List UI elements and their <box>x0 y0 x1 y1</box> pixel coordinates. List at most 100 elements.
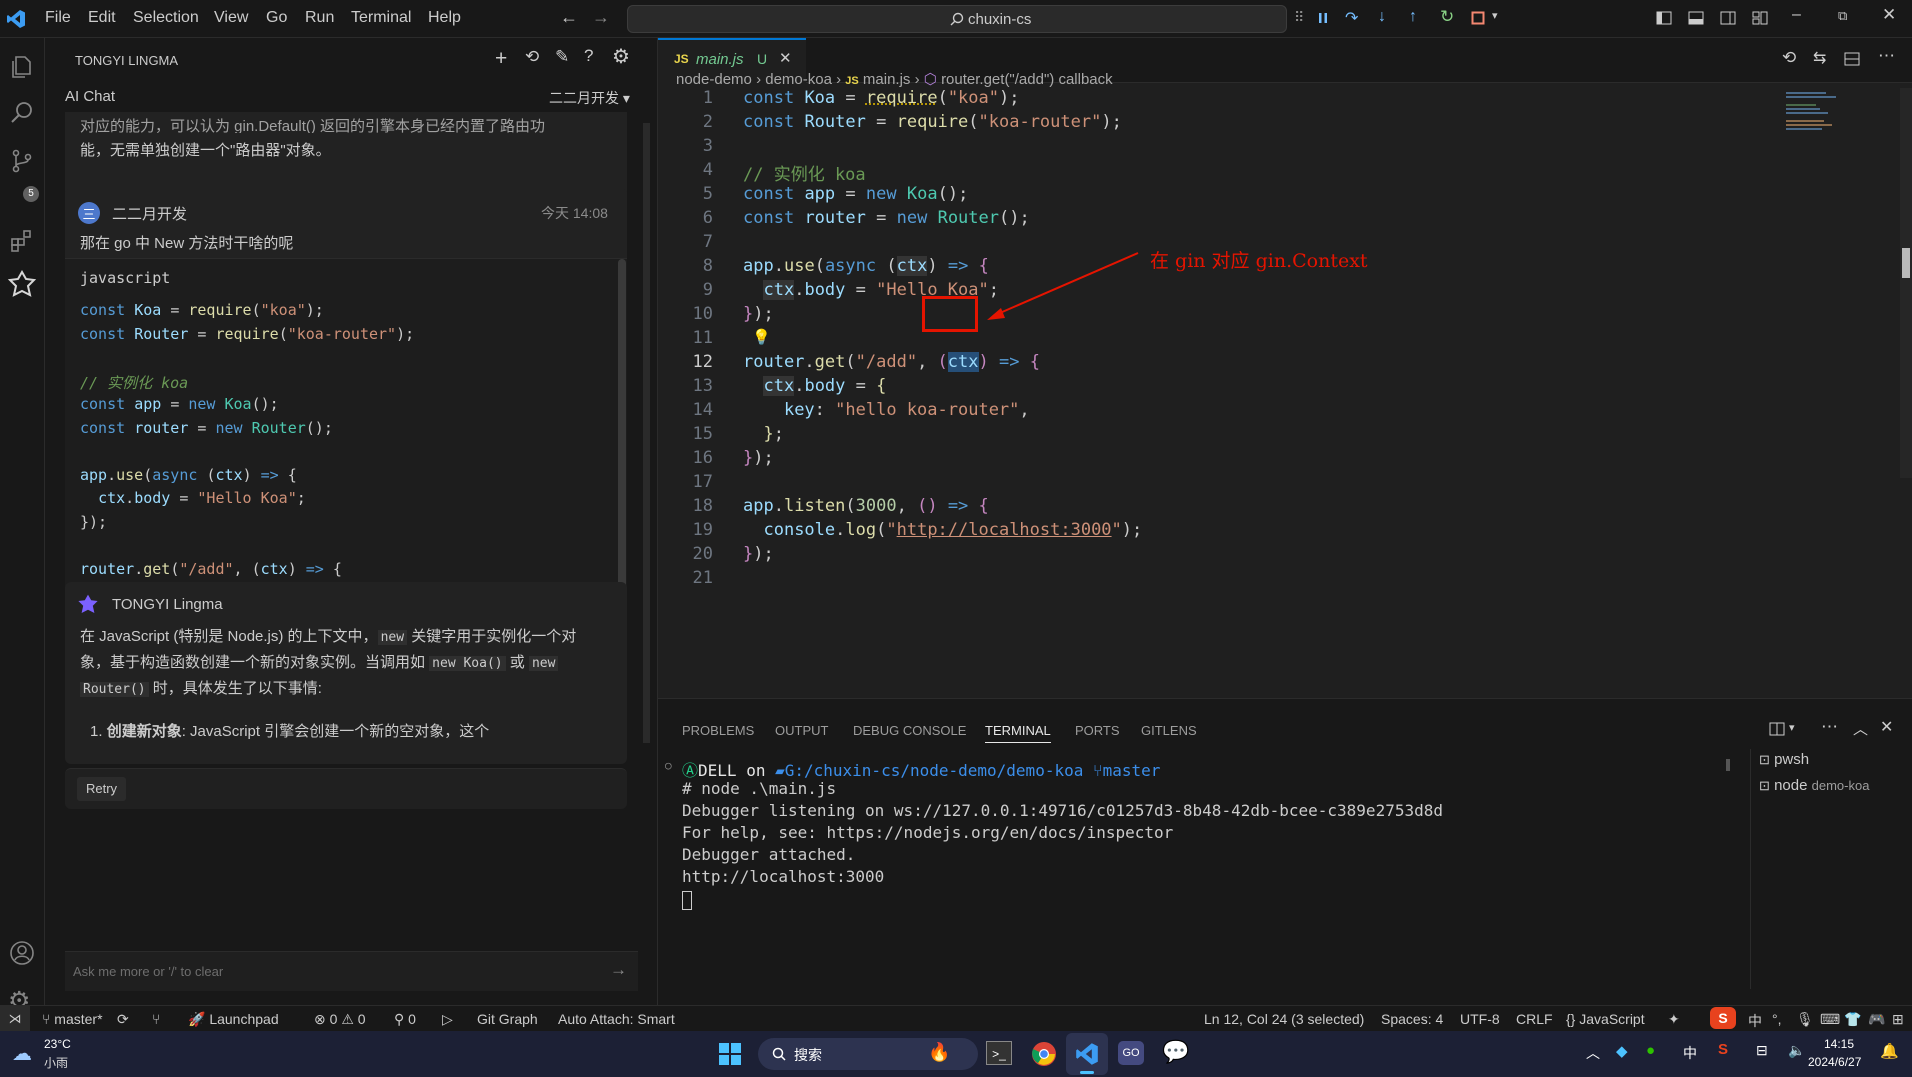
close-panel-icon[interactable]: ✕ <box>1880 717 1893 737</box>
sidebar-settings-icon[interactable]: ⚙ <box>612 44 630 69</box>
sidebar-scrollbar[interactable] <box>643 123 650 743</box>
step-into-icon[interactable]: ↓ <box>1378 8 1386 26</box>
minimap[interactable] <box>1786 90 1896 160</box>
clock-time[interactable]: 14:15 <box>1824 1037 1854 1051</box>
more-actions-icon[interactable]: ⋯ <box>1878 46 1895 66</box>
indentation[interactable]: Spaces: 4 <box>1381 1011 1443 1027</box>
menu-run[interactable]: Run <box>305 9 334 27</box>
terminal-app-icon[interactable]: >_ <box>986 1041 1012 1065</box>
ports-indicator[interactable]: ⚲ 0 <box>394 1011 416 1028</box>
terminal[interactable]: ○ ⒶDELL on ▰G:/chuxin-cs/node-demo/demo-… <box>658 757 1728 997</box>
restart-icon[interactable]: ↻ <box>1440 7 1454 27</box>
git-graph-sidebar-icon[interactable]: ⑂ <box>152 1011 160 1027</box>
tab-terminal[interactable]: TERMINAL <box>985 723 1051 743</box>
send-icon[interactable]: → <box>610 960 627 980</box>
source-control-icon[interactable] <box>9 148 35 174</box>
terminal-dropdown-icon[interactable]: ▾ <box>1789 721 1795 734</box>
ime-punct-icon[interactable]: °, <box>1772 1011 1782 1027</box>
feedback-icon[interactable]: ✎ <box>555 47 569 67</box>
debug-icon[interactable]: ▷ <box>442 1011 453 1028</box>
ime-mic-icon[interactable]: 🎙 <box>1796 1011 1814 1028</box>
volume-icon[interactable]: 🔈 <box>1788 1042 1805 1059</box>
menu-view[interactable]: View <box>214 9 248 27</box>
ime-skin-icon[interactable]: 👕 <box>1844 1011 1861 1028</box>
sogou-ime-icon[interactable]: S <box>1710 1007 1736 1029</box>
breadcrumb-item-callback[interactable]: router.get("/add") callback <box>941 71 1113 88</box>
menu-go[interactable]: Go <box>266 9 287 27</box>
menu-help[interactable]: Help <box>428 9 461 27</box>
menu-terminal[interactable]: Terminal <box>351 9 411 27</box>
nav-forward-icon[interactable]: → <box>592 7 610 28</box>
close-window-icon[interactable]: ✕ <box>1882 5 1896 25</box>
timeline-icon[interactable]: ⟲ <box>1782 48 1796 68</box>
step-out-icon[interactable]: ↑ <box>1409 8 1417 26</box>
tab-problems[interactable]: PROBLEMS <box>682 723 754 738</box>
session-pwsh[interactable]: ⊡ pwsh <box>1759 751 1909 773</box>
go-app-icon[interactable]: GO <box>1118 1041 1144 1065</box>
tab-gitlens[interactable]: GITLENS <box>1141 723 1197 738</box>
sync-icon[interactable]: ⟳ <box>117 1011 129 1028</box>
taskbar-vscode-active[interactable] <box>1066 1033 1108 1075</box>
editor-scrollbar[interactable] <box>1900 88 1912 478</box>
breadcrumb-item-node-demo[interactable]: node-demo <box>676 71 752 88</box>
taskbar-search[interactable]: 搜索 🔥 <box>758 1038 978 1070</box>
tab-close-icon[interactable]: ✕ <box>779 49 792 67</box>
ime-grid-icon[interactable]: ⊞ <box>1892 1011 1904 1028</box>
explorer-icon[interactable] <box>9 54 35 80</box>
tray-wechat-icon[interactable]: ● <box>1646 1042 1655 1059</box>
weather-temp[interactable]: 23°C <box>44 1037 71 1051</box>
toggle-panel-icon[interactable] <box>1688 10 1704 26</box>
step-over-icon[interactable]: ↷ <box>1345 8 1358 28</box>
stop-icon[interactable] <box>1471 11 1485 25</box>
pause-icon[interactable] <box>1316 11 1330 25</box>
cursor-position[interactable]: Ln 12, Col 24 (3 selected) <box>1204 1011 1364 1027</box>
lightbulb-icon[interactable]: 💡 <box>752 328 771 346</box>
auto-attach-button[interactable]: Auto Attach: Smart <box>558 1011 675 1027</box>
tray-sogou-icon[interactable]: S <box>1718 1041 1728 1058</box>
menu-selection[interactable]: Selection <box>133 9 199 27</box>
language-mode[interactable]: {} JavaScript <box>1566 1011 1645 1027</box>
taskbar-ime[interactable]: 中 <box>1683 1043 1697 1063</box>
panel-more-icon[interactable]: ⋯ <box>1821 717 1838 737</box>
network-icon[interactable]: ⊟ <box>1756 1042 1768 1059</box>
search-view-icon[interactable] <box>9 100 35 126</box>
maximize-panel-icon[interactable]: ︿ <box>1853 718 1868 739</box>
encoding[interactable]: UTF-8 <box>1460 1011 1500 1027</box>
restore-icon[interactable]: ⧉ <box>1838 8 1847 24</box>
tab-output[interactable]: OUTPUT <box>775 723 828 738</box>
problems-indicator[interactable]: ⊗ 0 ⚠ 0 <box>314 1011 366 1028</box>
account-icon[interactable] <box>9 940 35 966</box>
session-node[interactable]: ⊡ node demo-koa <box>1759 777 1909 799</box>
clock-date[interactable]: 2024/6/27 <box>1808 1055 1861 1069</box>
menu-file[interactable]: File <box>45 9 71 27</box>
menu-edit[interactable]: Edit <box>88 9 116 27</box>
nav-back-icon[interactable]: ← <box>560 7 578 28</box>
chrome-icon[interactable] <box>1031 1041 1057 1067</box>
windows-start-icon[interactable] <box>718 1042 742 1066</box>
history-icon[interactable]: ⟲ <box>525 47 539 67</box>
breadcrumb-item-main-js[interactable]: main.js <box>863 71 911 88</box>
ime-game-icon[interactable]: 🎮 <box>1868 1011 1885 1028</box>
tongyi-lingma-icon[interactable] <box>7 270 37 300</box>
tab-debug-console[interactable]: DEBUG CONSOLE <box>853 723 966 738</box>
extensions-icon[interactable] <box>9 228 35 254</box>
tab-ports[interactable]: PORTS <box>1075 723 1120 738</box>
chevron-down-icon[interactable]: ▾ <box>1492 9 1498 22</box>
debug-drag-handle-icon[interactable]: ⠿ <box>1294 9 1304 26</box>
git-graph-button[interactable]: Git Graph <box>477 1011 538 1027</box>
code-editor[interactable]: 1 const Koa = require("koa"); 2 const Rout… <box>658 88 1858 648</box>
tray-app-icon[interactable]: ◆ <box>1616 1042 1628 1060</box>
help-icon[interactable]: ? <box>584 46 593 66</box>
notification-bell-icon[interactable]: 🔔 <box>1880 1042 1899 1060</box>
retry-button[interactable]: Retry <box>77 777 127 801</box>
toggle-secondary-sidebar-icon[interactable] <box>1720 10 1736 26</box>
split-editor-icon[interactable] <box>1844 51 1860 67</box>
weather-icon[interactable]: ☁ <box>12 1041 32 1066</box>
wechat-icon[interactable]: 💬 <box>1162 1039 1189 1065</box>
user-select[interactable]: 二二月开发 ▾ <box>549 88 630 108</box>
launchpad-item[interactable]: 🚀 Launchpad <box>188 1011 279 1028</box>
terminal-scrollbar[interactable] <box>1726 759 1730 771</box>
ime-mode[interactable]: 中 <box>1748 1011 1762 1031</box>
branch-indicator[interactable]: ⑂ master* <box>42 1011 103 1027</box>
toggle-primary-sidebar-icon[interactable] <box>1656 10 1672 26</box>
